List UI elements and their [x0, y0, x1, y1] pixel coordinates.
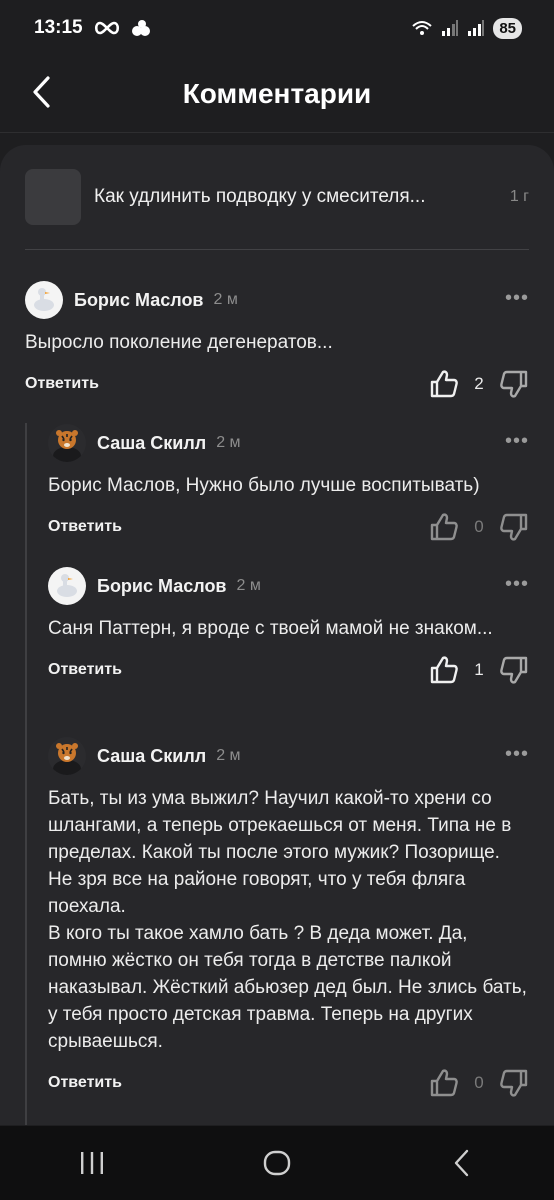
battery-indicator: 85: [493, 17, 522, 39]
tiger-avatar-icon: [48, 424, 86, 462]
home-button[interactable]: [247, 1138, 307, 1188]
like-count: 1: [474, 660, 484, 679]
like-count: 0: [474, 1073, 484, 1092]
app-notification-icon: [131, 20, 150, 36]
signal-icon: [468, 20, 485, 36]
comment-author[interactable]: Саша Скилл: [97, 433, 206, 454]
article-preview[interactable]: Как удлинить подводку у смесителя... 1 г: [25, 169, 529, 225]
thumbs-up-icon[interactable]: [429, 655, 459, 685]
avatar[interactable]: [25, 281, 63, 319]
reply-button[interactable]: Ответить: [48, 661, 122, 679]
reply-comment: Саша Скилл 2 м ••• Бать, ты из ума выжил…: [48, 737, 529, 1103]
like-count: 2: [474, 374, 484, 393]
comment-text: Саня Паттерн, я вроде с твоей мамой не з…: [48, 618, 493, 639]
comment-time: 2 м: [216, 434, 241, 451]
reply-comment: Саша Скилл 2 м ••• Борис Маслов, Нужно б…: [48, 424, 529, 547]
comment-time: 2 м: [216, 747, 241, 764]
avatar[interactable]: [48, 737, 86, 775]
navigation-bar: [0, 1126, 554, 1200]
header: Комментарии: [0, 56, 554, 133]
back-icon: [454, 1149, 468, 1177]
comment-text: Бать, ты из ума выжил? Научил какой-то х…: [48, 788, 527, 1052]
thumbs-down-icon[interactable]: [499, 655, 529, 685]
page-title: Комментарии: [182, 78, 372, 109]
thumbs-up-icon[interactable]: [429, 1068, 459, 1098]
more-horizontal-icon[interactable]: •••: [505, 573, 529, 596]
status-time: 13:15: [34, 17, 83, 38]
home-icon: [263, 1150, 291, 1176]
article-time: 1 г: [509, 188, 529, 205]
divider: [25, 249, 529, 250]
avatar[interactable]: [48, 567, 86, 605]
thumbs-down-icon[interactable]: [499, 512, 529, 542]
goose-avatar-icon: [34, 288, 54, 311]
thumbs-up-icon[interactable]: [429, 512, 459, 542]
comment-author[interactable]: Саша Скилл: [97, 746, 206, 767]
article-thumbnail: [25, 169, 81, 225]
thread-line: [25, 423, 27, 1125]
like-count: 0: [474, 517, 484, 536]
more-horizontal-icon[interactable]: •••: [505, 743, 529, 766]
tiger-avatar-icon: [48, 737, 86, 775]
reply-comment: Борис Маслов 2 м ••• Саня Паттерн, я вро…: [48, 567, 529, 690]
reply-button[interactable]: Ответить: [25, 375, 99, 393]
comment-text: Борис Маслов, Нужно было лучше воспитыва…: [48, 475, 480, 496]
comments-panel: Как удлинить подводку у смесителя... 1 г…: [0, 145, 554, 1125]
system-back-button[interactable]: [432, 1138, 492, 1188]
comment-time: 2 м: [236, 577, 261, 594]
thumbs-up-icon[interactable]: [429, 369, 459, 399]
comment-time: 2 м: [213, 291, 238, 308]
comment-author[interactable]: Борис Маслов: [97, 576, 227, 597]
infinity-icon: [94, 21, 119, 35]
article-title: Как удлинить подводку у смесителя...: [94, 186, 426, 207]
thumbs-down-icon[interactable]: [499, 369, 529, 399]
back-button[interactable]: [26, 72, 62, 112]
comment: Борис Маслов 2 м ••• Выросло поколение д…: [25, 281, 529, 404]
comment-text: Выросло поколение дегенератов...: [25, 332, 333, 353]
recent-apps-button[interactable]: [62, 1138, 122, 1188]
reply-button[interactable]: Ответить: [48, 518, 122, 536]
comment-author[interactable]: Борис Маслов: [74, 290, 204, 311]
avatar[interactable]: [48, 424, 86, 462]
recent-apps-icon: [81, 1152, 104, 1174]
more-horizontal-icon[interactable]: •••: [505, 430, 529, 453]
goose-avatar-icon: [57, 574, 77, 597]
chevron-left-icon: [33, 76, 50, 108]
thumbs-down-icon[interactable]: [499, 1068, 529, 1098]
reply-button[interactable]: Ответить: [48, 1074, 122, 1092]
status-bar: 13:15 85: [0, 0, 554, 56]
signal-icon: [442, 20, 459, 36]
more-horizontal-icon[interactable]: •••: [505, 287, 529, 310]
wifi-icon: [412, 21, 432, 35]
